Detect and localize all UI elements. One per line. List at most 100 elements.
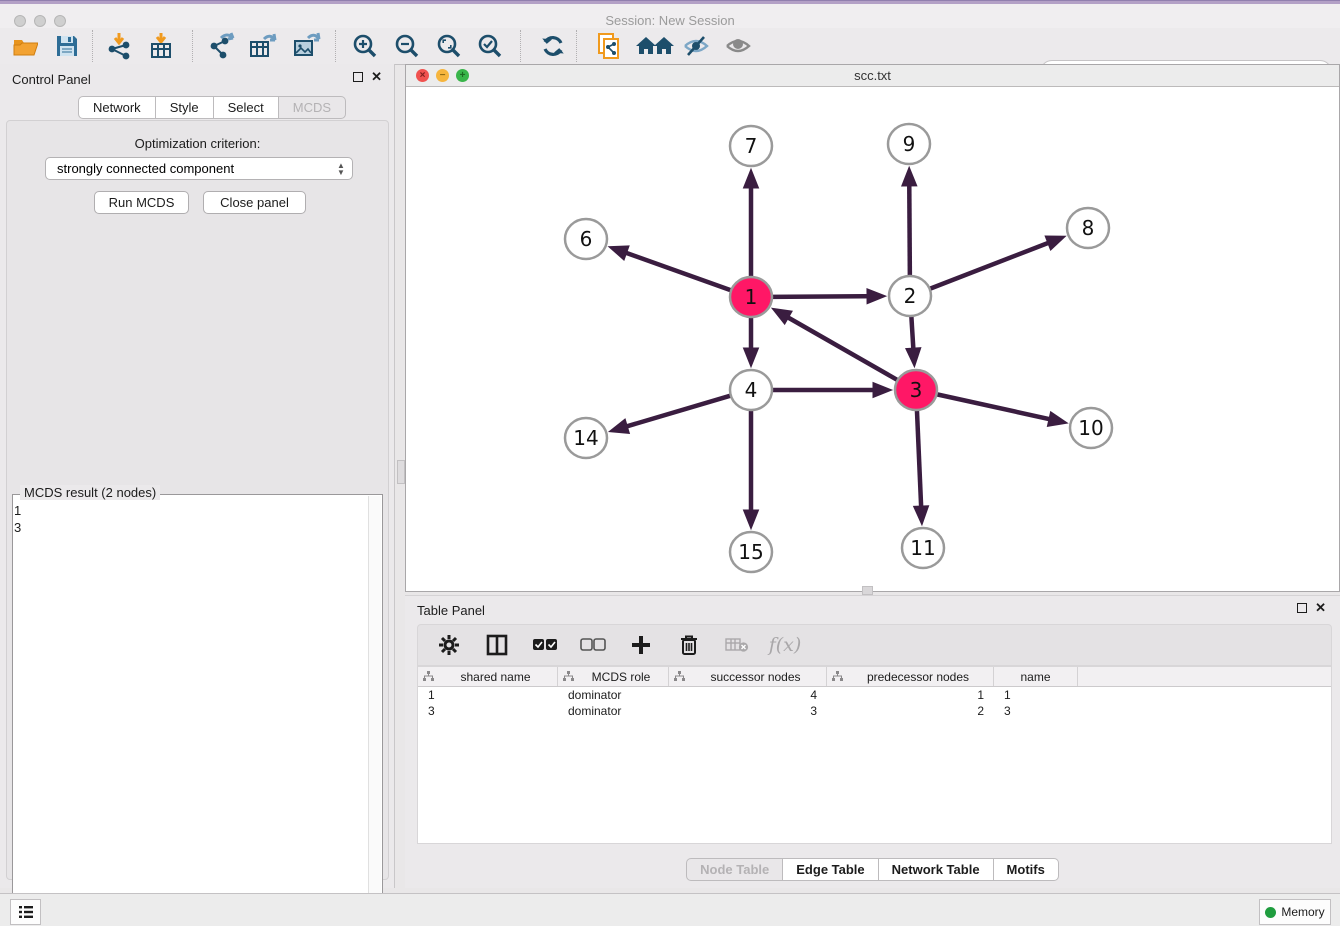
column-header-successor-nodes[interactable]: successor nodes xyxy=(669,667,827,686)
edge-3-11[interactable] xyxy=(917,410,922,520)
table-cell[interactable]: 1 xyxy=(994,688,1078,702)
edge-1-2[interactable] xyxy=(772,296,881,297)
tab-edge-table[interactable]: Edge Table xyxy=(783,858,878,881)
network-view-window: × − + scc.txt 7 9 6 8 1 2 4 3 14 10 15 11 xyxy=(405,64,1340,592)
edge-2-8[interactable] xyxy=(930,238,1061,289)
deselect-all-icon[interactable] xyxy=(580,632,606,658)
edge-4-14[interactable] xyxy=(614,396,731,431)
window-titlebar[interactable]: Session: New Session xyxy=(0,4,1340,29)
tab-select[interactable]: Select xyxy=(214,96,279,119)
control-panel: Control Panel ✕ NetworkStyleSelectMCDS O… xyxy=(0,64,395,888)
close-table-panel-icon[interactable]: ✕ xyxy=(1315,603,1326,613)
criterion-select[interactable]: strongly connected component ▲▼ xyxy=(45,157,353,180)
home-icon[interactable] xyxy=(634,31,676,61)
refresh-icon[interactable] xyxy=(536,31,570,61)
save-session-icon[interactable] xyxy=(50,31,84,61)
export-network-icon[interactable] xyxy=(204,31,238,61)
memory-button[interactable]: Memory xyxy=(1259,899,1331,925)
result-scrollbar[interactable] xyxy=(368,496,381,926)
horizontal-splitter-grip[interactable] xyxy=(862,586,873,595)
import-network-icon[interactable] xyxy=(102,31,136,61)
duplicate-network-icon[interactable] xyxy=(592,31,626,61)
tab-network-table[interactable]: Network Table xyxy=(879,858,994,881)
memory-status-icon xyxy=(1265,907,1276,918)
tab-network[interactable]: Network xyxy=(78,96,156,119)
memory-label: Memory xyxy=(1281,905,1324,919)
node-table[interactable]: shared nameMCDS rolesuccessor nodesprede… xyxy=(417,666,1332,844)
graph-node-14[interactable]: 14 xyxy=(565,418,607,458)
float-table-panel-icon[interactable] xyxy=(1297,603,1307,613)
tab-mcds[interactable]: MCDS xyxy=(279,96,346,119)
svg-text:9: 9 xyxy=(903,132,916,156)
svg-text:8: 8 xyxy=(1082,216,1095,240)
network-window-titlebar[interactable]: × − + scc.txt xyxy=(406,65,1339,87)
svg-text:6: 6 xyxy=(580,227,593,251)
graph-node-3[interactable]: 3 xyxy=(895,370,937,410)
graph-node-4[interactable]: 4 xyxy=(730,370,772,410)
task-history-button[interactable] xyxy=(10,899,41,925)
tab-node-table[interactable]: Node Table xyxy=(686,858,783,881)
graph-node-2[interactable]: 2 xyxy=(889,276,931,316)
table-panel-controls: ✕ xyxy=(1297,603,1326,613)
settings-gear-icon[interactable] xyxy=(436,632,462,658)
run-mcds-button[interactable]: Run MCDS xyxy=(94,191,189,214)
select-stepper-icon: ▲▼ xyxy=(333,160,349,177)
table-toolbar: f(x) xyxy=(417,624,1332,666)
svg-text:4: 4 xyxy=(745,378,758,402)
table-cell[interactable]: 3 xyxy=(994,704,1078,718)
export-table-icon[interactable] xyxy=(246,31,280,61)
graph-node-1[interactable]: 1 xyxy=(730,277,772,317)
table-row[interactable]: 1dominator411 xyxy=(418,687,1331,703)
zoom-fit-icon[interactable] xyxy=(432,31,466,61)
add-column-icon[interactable] xyxy=(628,632,654,658)
zoom-out-icon[interactable] xyxy=(390,31,424,61)
mcds-result-text[interactable]: 1 3 xyxy=(14,502,366,926)
open-session-icon[interactable] xyxy=(8,31,42,61)
graph-node-9[interactable]: 9 xyxy=(888,124,930,164)
import-table-icon[interactable] xyxy=(144,31,178,61)
table-cell[interactable]: 1 xyxy=(827,688,994,702)
graph-node-10[interactable]: 10 xyxy=(1070,408,1112,448)
graph-node-15[interactable]: 15 xyxy=(730,532,772,572)
select-all-icon[interactable] xyxy=(532,632,558,658)
graph-node-11[interactable]: 11 xyxy=(902,528,944,568)
table-cell[interactable]: 1 xyxy=(418,688,558,702)
status-bar: Memory xyxy=(0,893,1340,926)
function-builder-icon[interactable]: f(x) xyxy=(772,632,798,658)
tab-style[interactable]: Style xyxy=(156,96,214,119)
column-view-icon[interactable] xyxy=(484,632,510,658)
table-cell[interactable]: 3 xyxy=(418,704,558,718)
graph-node-8[interactable]: 8 xyxy=(1067,208,1109,248)
edge-3-1[interactable] xyxy=(776,311,897,380)
column-header-name[interactable]: name xyxy=(994,667,1078,686)
vertical-splitter-grip[interactable] xyxy=(397,460,405,484)
graph-node-6[interactable]: 6 xyxy=(565,219,607,259)
delete-icon[interactable] xyxy=(676,632,702,658)
edge-3-10[interactable] xyxy=(937,394,1063,422)
table-row[interactable]: 3dominator323 xyxy=(418,703,1331,719)
float-panel-icon[interactable] xyxy=(353,72,363,82)
export-image-icon[interactable] xyxy=(290,31,324,61)
edge-2-3[interactable] xyxy=(911,316,914,362)
hide-details-icon[interactable] xyxy=(680,31,714,61)
edge-1-6[interactable] xyxy=(613,248,731,290)
tab-motifs[interactable]: Motifs xyxy=(994,858,1059,881)
column-header-MCDS-role[interactable]: MCDS role xyxy=(558,667,669,686)
graph-node-7[interactable]: 7 xyxy=(730,126,772,166)
table-cell[interactable]: 4 xyxy=(669,688,827,702)
edge-2-9[interactable] xyxy=(909,172,910,276)
table-cell[interactable]: 2 xyxy=(827,704,994,718)
show-details-icon[interactable] xyxy=(722,31,756,61)
close-panel-icon[interactable]: ✕ xyxy=(371,72,382,82)
close-panel-button[interactable]: Close panel xyxy=(203,191,306,214)
zoom-in-icon[interactable] xyxy=(348,31,382,61)
network-canvas[interactable]: 7 9 6 8 1 2 4 3 14 10 15 11 xyxy=(406,86,1339,591)
toolbar-separator xyxy=(335,30,336,62)
table-cell[interactable]: 3 xyxy=(669,704,827,718)
column-header-predecessor-nodes[interactable]: predecessor nodes xyxy=(827,667,994,686)
delete-table-icon[interactable] xyxy=(724,632,750,658)
column-header-shared-name[interactable]: shared name xyxy=(418,667,558,686)
table-cell[interactable]: dominator xyxy=(558,704,669,718)
zoom-selected-icon[interactable] xyxy=(473,31,507,61)
table-cell[interactable]: dominator xyxy=(558,688,669,702)
